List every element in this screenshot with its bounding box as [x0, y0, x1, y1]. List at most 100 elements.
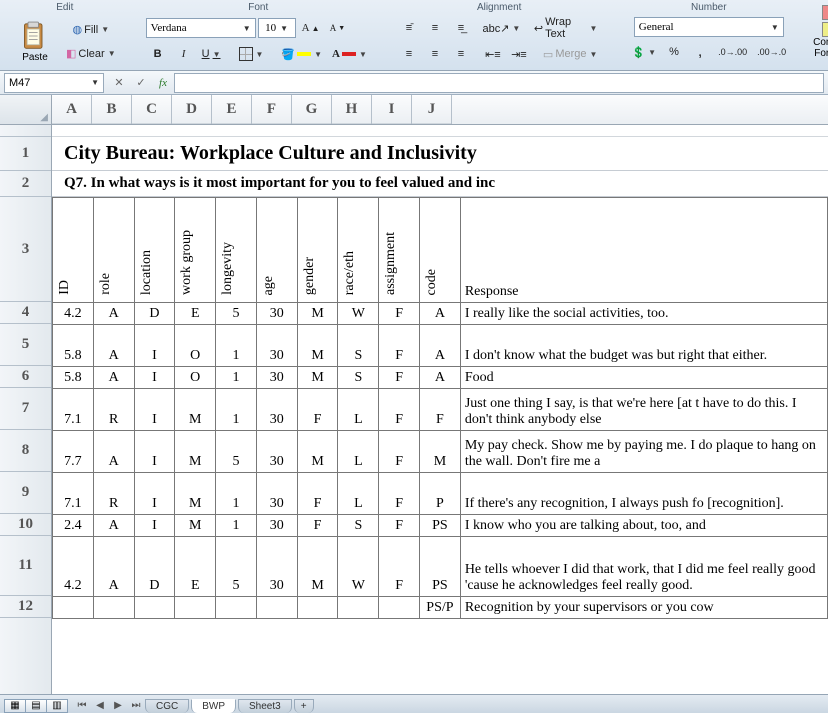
- cell[interactable]: A: [420, 325, 461, 367]
- bold-button[interactable]: B: [146, 43, 170, 65]
- cell[interactable]: 30: [256, 389, 297, 431]
- cell[interactable]: 30: [256, 537, 297, 597]
- cell[interactable]: 7.1: [53, 389, 94, 431]
- cell[interactable]: F: [379, 537, 420, 597]
- sheet-tab-cgc[interactable]: CGC: [145, 699, 189, 713]
- cell[interactable]: 1: [216, 473, 257, 515]
- row-header-12[interactable]: 12: [0, 596, 51, 618]
- paste-button[interactable]: Paste: [10, 17, 60, 66]
- conditional-formatting-button[interactable]: Conditional Formatting: [810, 2, 828, 62]
- grow-font-button[interactable]: A▲: [298, 17, 324, 39]
- align-bottom-button[interactable]: ≡̲: [449, 17, 473, 39]
- cell[interactable]: 1: [216, 325, 257, 367]
- cell[interactable]: L: [338, 389, 379, 431]
- cell[interactable]: W: [338, 537, 379, 597]
- header-id[interactable]: ID: [53, 198, 94, 303]
- row-header-1[interactable]: 1: [0, 137, 51, 171]
- cell[interactable]: I: [134, 389, 175, 431]
- cell[interactable]: O: [175, 325, 216, 367]
- column-header-D[interactable]: D: [172, 95, 212, 124]
- row-header-7[interactable]: 7: [0, 388, 51, 430]
- font-name-select[interactable]: Verdana ▼: [146, 18, 256, 38]
- cell[interactable]: D: [134, 537, 175, 597]
- cell[interactable]: M: [175, 431, 216, 473]
- row-header-8[interactable]: 8: [0, 430, 51, 472]
- decrease-decimal-button[interactable]: .0→.00: [714, 41, 751, 63]
- comma-button[interactable]: ,: [688, 41, 712, 63]
- column-header-J[interactable]: J: [412, 95, 452, 124]
- shrink-font-button[interactable]: A▼: [326, 17, 350, 39]
- cell[interactable]: F: [379, 515, 420, 537]
- cell[interactable]: L: [338, 431, 379, 473]
- cell[interactable]: 4.2: [53, 537, 94, 597]
- cell[interactable]: F: [297, 389, 338, 431]
- cell[interactable]: [216, 597, 257, 619]
- cell[interactable]: 30: [256, 325, 297, 367]
- cell[interactable]: P: [420, 473, 461, 515]
- response-cell[interactable]: I know who you are talking about, too, a…: [460, 515, 827, 537]
- row-header-5[interactable]: 5: [0, 324, 51, 366]
- cell[interactable]: I: [134, 431, 175, 473]
- cell[interactable]: 30: [256, 431, 297, 473]
- cell[interactable]: 2.4: [53, 515, 94, 537]
- font-size-select[interactable]: 10 ▼: [258, 18, 296, 38]
- normal-view-button[interactable]: ▦: [4, 699, 26, 713]
- cell[interactable]: M: [297, 325, 338, 367]
- row-header-10[interactable]: 10: [0, 514, 51, 536]
- fill-color-button[interactable]: 🪣 ▼: [277, 43, 326, 65]
- cell[interactable]: [53, 597, 94, 619]
- wrap-text-button[interactable]: ↩ Wrap Text ▼: [530, 17, 602, 39]
- cell[interactable]: [256, 597, 297, 619]
- orientation-button[interactable]: abc↗ ▼: [480, 17, 522, 39]
- tab-first-button[interactable]: ⏮: [74, 698, 90, 713]
- sheet-tab-sheet3[interactable]: Sheet3: [238, 699, 292, 713]
- cell[interactable]: A: [93, 537, 134, 597]
- cell[interactable]: 5: [216, 303, 257, 325]
- number-format-select[interactable]: General ▼: [634, 17, 784, 37]
- row-header-3[interactable]: 3: [0, 197, 51, 302]
- cell[interactable]: 30: [256, 473, 297, 515]
- cell[interactable]: 30: [256, 303, 297, 325]
- row-header-11[interactable]: 11: [0, 536, 51, 596]
- cell[interactable]: 7.7: [53, 431, 94, 473]
- header-work-group[interactable]: work group: [175, 198, 216, 303]
- align-left-button[interactable]: ≡: [397, 43, 421, 65]
- cell[interactable]: A: [420, 367, 461, 389]
- cell[interactable]: M: [297, 367, 338, 389]
- decrease-indent-button[interactable]: ⇤≡: [481, 43, 505, 65]
- increase-indent-button[interactable]: ⇥≡: [507, 43, 531, 65]
- cell[interactable]: 30: [256, 367, 297, 389]
- header-race-eth[interactable]: race/eth: [338, 198, 379, 303]
- cell[interactable]: [175, 597, 216, 619]
- align-top-button[interactable]: ≡̄: [397, 17, 421, 39]
- response-cell[interactable]: Food: [460, 367, 827, 389]
- response-cell[interactable]: Recognition by your supervisors or you c…: [460, 597, 827, 619]
- cell[interactable]: O: [175, 367, 216, 389]
- cell[interactable]: M: [175, 473, 216, 515]
- italic-button[interactable]: I: [172, 43, 196, 65]
- header-location[interactable]: location: [134, 198, 175, 303]
- cell[interactable]: F: [297, 515, 338, 537]
- cell[interactable]: 5.8: [53, 367, 94, 389]
- cell[interactable]: A: [93, 325, 134, 367]
- cell[interactable]: PS: [420, 515, 461, 537]
- border-button[interactable]: ▼: [235, 43, 268, 65]
- cell[interactable]: 5: [216, 431, 257, 473]
- cell[interactable]: PS/P: [420, 597, 461, 619]
- header-response[interactable]: Response: [460, 198, 827, 303]
- formula-input[interactable]: [174, 73, 824, 93]
- cell[interactable]: R: [93, 389, 134, 431]
- column-header-H[interactable]: H: [332, 95, 372, 124]
- align-middle-button[interactable]: ≡: [423, 17, 447, 39]
- row-header-2[interactable]: 2: [0, 171, 51, 197]
- font-color-button[interactable]: A ▼: [328, 43, 371, 65]
- cell[interactable]: S: [338, 515, 379, 537]
- cell[interactable]: F: [379, 389, 420, 431]
- fx-button[interactable]: fx: [153, 73, 173, 93]
- title-cell[interactable]: City Bureau: Workplace Culture and Inclu…: [52, 137, 828, 171]
- page-break-view-button[interactable]: ▥: [46, 699, 68, 713]
- header-age[interactable]: age: [256, 198, 297, 303]
- cell[interactable]: [93, 597, 134, 619]
- tab-last-button[interactable]: ⏭: [128, 698, 144, 713]
- cell[interactable]: 5.8: [53, 325, 94, 367]
